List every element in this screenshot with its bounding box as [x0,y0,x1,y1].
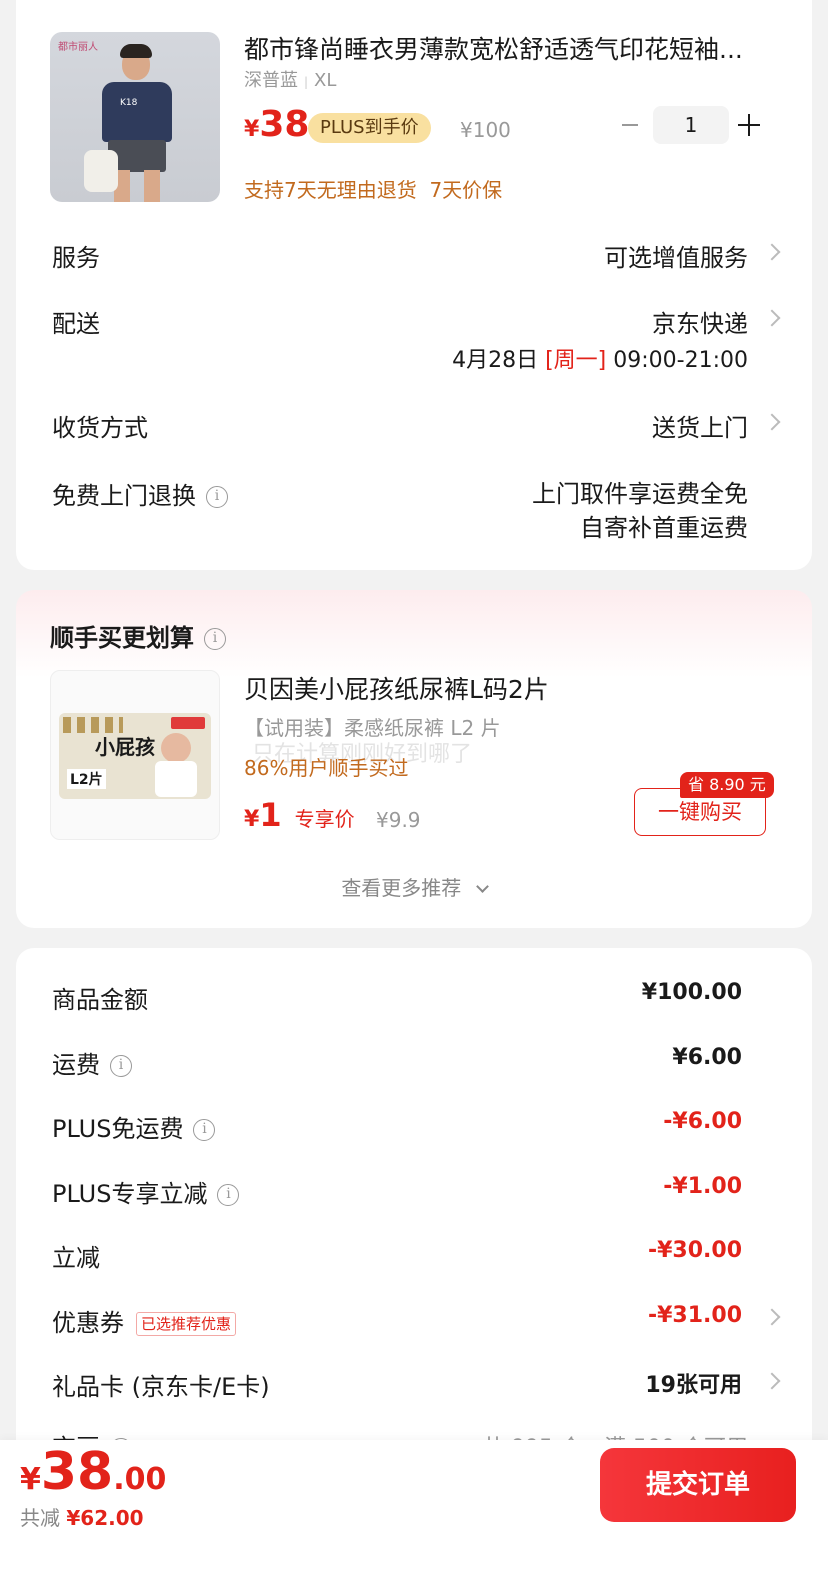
delivery-time[interactable]: 4月28日 [周一] 09:00-21:00 [452,342,748,374]
summary-label: 运费 i [52,1045,132,1080]
addon-image[interactable]: 小屁孩 L2片 [50,670,220,840]
summary-label: 立减 [52,1244,100,1272]
product-price: ¥38 [244,104,310,145]
info-icon[interactable]: i [110,1054,132,1077]
info-icon[interactable]: i [217,1183,240,1206]
free-return-line2: 自寄补首重运费 [580,514,748,542]
chevron-down-icon [475,880,489,893]
service-value[interactable]: 可选增值服务 [604,238,748,273]
summary-value: ¥100.00 [641,980,742,1005]
summary-label: PLUS免运费 i [52,1109,216,1144]
receive-value[interactable]: 送货上门 [652,408,748,443]
summary-label: 优惠券 已选推荐优惠 [52,1303,237,1338]
quantity-field[interactable]: 1 [653,106,729,144]
save-badge: 省 8.90 元 [680,772,774,798]
receive-label: 收货方式 [52,414,148,442]
summary-label: PLUS专享立减 i [52,1174,240,1209]
plus-price-badge: PLUS到手价 [308,113,431,143]
product-card: 都市丽人 K18 都市锋尚睡衣男薄款宽松舒适透气印花短袖... 深普蓝 | XL ¥… [16,0,812,570]
guarantee-text: 支持7天无理由退货 7天价保 [244,178,503,202]
summary-label: 商品金额 [52,986,148,1014]
total-saved: 共减 ¥62.00 [20,1506,144,1530]
summary-value: ¥6.00 [672,1044,742,1070]
addon-original-price: ¥9.9 [376,808,421,832]
total-price: ¥38.00 [20,1442,167,1502]
free-return-line1: 上门取件享运费全免 [532,480,748,508]
summary-value[interactable]: -¥31.00 [648,1303,742,1328]
delivery-value[interactable]: 京东快递 [652,304,748,339]
addon-title[interactable]: 贝因美小屁孩纸尿裤L码2片 [244,670,549,706]
info-icon[interactable]: i [204,628,226,650]
bottom-bar: ¥38.00 共减 ¥62.00 提交订单 [0,1440,828,1592]
addon-card: 顺手买更划算 i 小屁孩 L2片 贝因美小屁孩纸尿裤L码2片 【试用装】柔感纸尿裤… [16,590,812,928]
addon-price: ¥1 专享价 [244,796,355,834]
summary-value: -¥1.00 [663,1173,742,1199]
summary-value[interactable]: 19张可用 [645,1367,742,1399]
plus-icon[interactable] [738,114,760,136]
product-image[interactable]: 都市丽人 K18 [50,32,220,202]
summary-value: -¥6.00 [663,1109,742,1134]
summary-value: -¥30.00 [647,1238,742,1263]
summary-label: 礼品卡 (京东卡/E卡) [52,1373,270,1401]
service-label: 服务 [52,244,100,272]
see-more-recommendations[interactable]: 查看更多推荐 [16,872,812,901]
chevron-right-icon[interactable] [763,1372,781,1390]
minus-icon[interactable] [622,124,638,126]
free-return-label: 免费上门退换 i [52,476,228,511]
product-title[interactable]: 都市锋尚睡衣男薄款宽松舒适透气印花短袖... [244,30,764,66]
addon-tag: 86%用户顺手买过 [244,756,409,780]
chevron-right-icon[interactable] [763,413,781,431]
info-icon[interactable]: i [206,486,228,508]
product-spec[interactable]: 深普蓝 | XL [244,66,336,92]
submit-order-button[interactable]: 提交订单 [600,1448,796,1522]
chevron-right-icon[interactable] [763,1308,781,1325]
addon-section-title: 顺手买更划算 i [50,618,226,653]
delivery-label: 配送 [52,310,100,338]
brand-logo: 都市丽人 [58,42,98,53]
chevron-right-icon[interactable] [763,243,781,261]
chevron-right-icon[interactable] [763,309,781,327]
summary-card: 商品金额 ¥100.00 运费 i ¥6.00 PLUS免运费 i -¥6.00 PLUS专享立… [16,948,812,1468]
coupon-recommended-tag: 已选推荐优惠 [136,1311,237,1336]
original-price: ¥100 [460,118,511,142]
info-icon[interactable]: i [193,1119,216,1141]
